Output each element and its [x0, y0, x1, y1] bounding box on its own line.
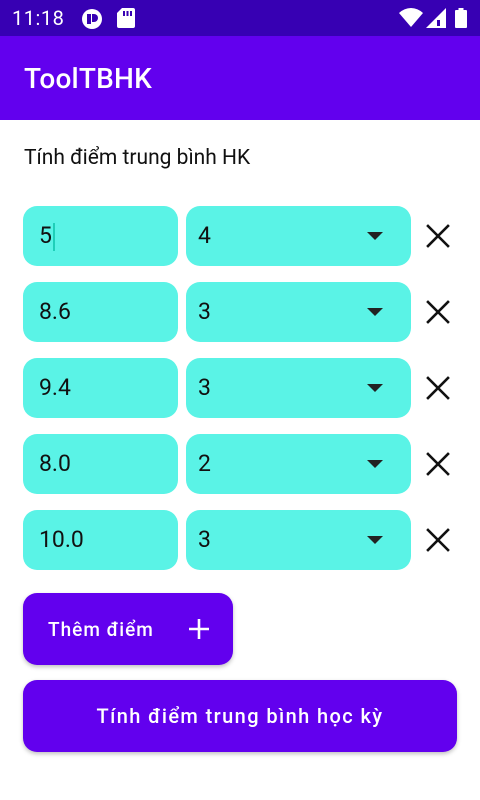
weight-dropdown[interactable]: 2 [186, 434, 411, 494]
dropdown-arrow-icon [367, 232, 383, 240]
weight-value: 3 [198, 374, 211, 401]
add-score-button[interactable]: Thêm điểm [23, 593, 233, 665]
dropdown-arrow-icon [367, 460, 383, 468]
weight-dropdown[interactable]: 4 [186, 206, 411, 266]
add-score-label: Thêm điểm [48, 618, 154, 641]
dropdown-arrow-icon [367, 308, 383, 316]
weight-value: 3 [198, 526, 211, 553]
weight-value: 4 [198, 222, 211, 249]
score-value: 10.0 [39, 526, 84, 553]
score-input[interactable]: 5 [23, 206, 178, 266]
score-row: 8.0 2 [0, 434, 480, 494]
score-row: 8.6 3 [0, 282, 480, 342]
remove-row-close-icon[interactable] [424, 298, 452, 326]
signal-icon [426, 8, 446, 28]
status-bar: 11:18 [0, 0, 480, 36]
score-row: 9.4 3 [0, 358, 480, 418]
weight-dropdown[interactable]: 3 [186, 282, 411, 342]
dropdown-arrow-icon [367, 384, 383, 392]
remove-row-close-icon[interactable] [424, 526, 452, 554]
page-subtitle: Tính điểm trung bình HK [24, 146, 251, 170]
plus-icon [189, 619, 209, 639]
remove-row-close-icon[interactable] [424, 450, 452, 478]
score-row: 5 4 [0, 206, 480, 266]
calculate-average-button[interactable]: Tính điểm trung bình học kỳ [23, 680, 457, 752]
weight-value: 3 [198, 298, 211, 325]
wifi-icon [399, 8, 423, 27]
status-time: 11:18 [12, 6, 65, 30]
score-input[interactable]: 10.0 [23, 510, 178, 570]
app-title: ToolTBHK [24, 62, 152, 95]
score-value: 9.4 [39, 374, 71, 401]
dropdown-arrow-icon [367, 536, 383, 544]
battery-icon [455, 8, 467, 28]
weight-value: 2 [198, 450, 211, 477]
score-row: 10.0 3 [0, 510, 480, 570]
remove-row-close-icon[interactable] [424, 374, 452, 402]
weight-dropdown[interactable]: 3 [186, 358, 411, 418]
vpn-icon [82, 9, 102, 29]
score-value: 5 [39, 222, 52, 249]
score-input[interactable]: 9.4 [23, 358, 178, 418]
sd-card-icon [117, 8, 135, 28]
score-value: 8.0 [39, 450, 71, 477]
remove-row-close-icon[interactable] [424, 222, 452, 250]
weight-dropdown[interactable]: 3 [186, 510, 411, 570]
text-cursor [52, 222, 55, 251]
score-value: 8.6 [39, 298, 71, 325]
app-bar: ToolTBHK [0, 36, 480, 120]
score-input[interactable]: 8.6 [23, 282, 178, 342]
score-input[interactable]: 8.0 [23, 434, 178, 494]
